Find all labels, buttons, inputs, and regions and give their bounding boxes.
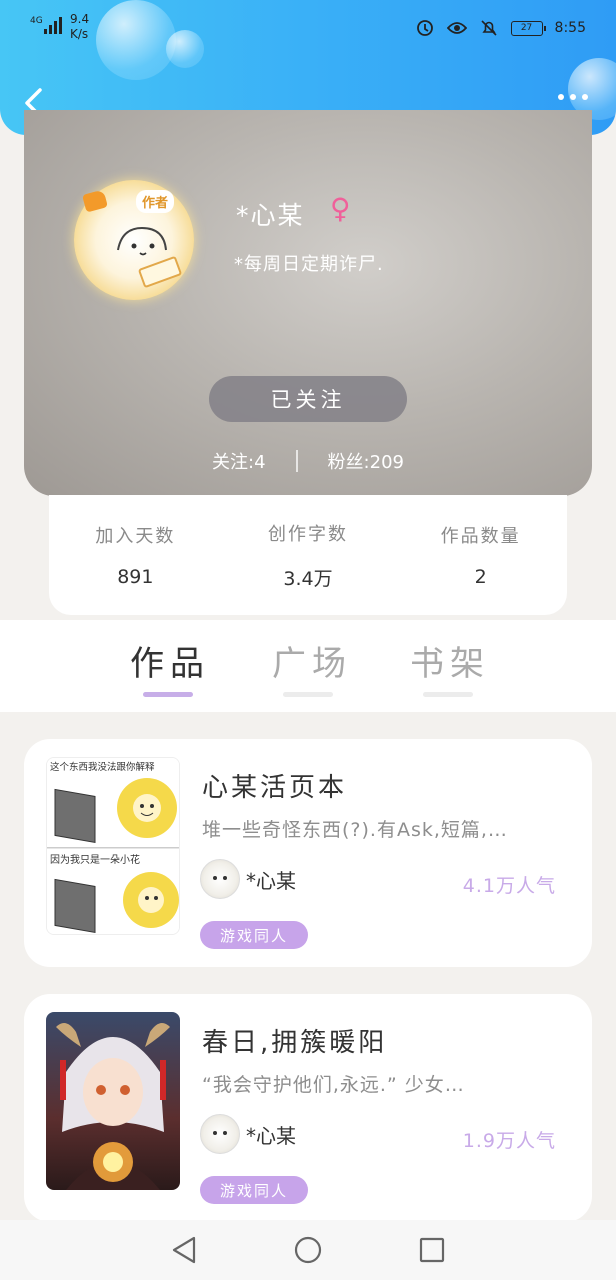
system-nav-bar [0, 1220, 616, 1280]
status-bar: 4G 9.4 K/s 27 8:55 [0, 0, 616, 58]
author-badge: 作者 [136, 190, 175, 213]
nav-back-button[interactable] [169, 1235, 199, 1265]
clock: 8:55 [554, 20, 586, 36]
female-icon: ♀ [330, 192, 351, 225]
cover-text-bottom: 因为我只是一朵小花 [50, 853, 140, 866]
hat-icon [82, 189, 108, 213]
work-title[interactable]: 心某活页本 [202, 767, 347, 804]
net-speed-unit: K/s [70, 27, 89, 41]
tab-bar: 作品 广场 书架 [0, 630, 616, 710]
work-card[interactable]: 这个东西我没法跟你解释 因为我只是一朵小花 心某活页本 堆一些奇怪东西(?).有… [24, 739, 592, 967]
follow-button[interactable]: 已关注 [209, 376, 407, 422]
work-cover: 这个东西我没法跟你解释 因为我只是一朵小花 [46, 757, 180, 935]
stat-work-count: 作品数量 2 [406, 522, 556, 588]
stat-word-count: 创作字数 3.4万 [233, 520, 383, 591]
cover-text-top: 这个东西我没法跟你解释 [50, 761, 155, 773]
work-popularity: 4.1万人气 [462, 875, 556, 897]
work-description: “我会守护他们,永远.” 少女… [202, 1074, 465, 1096]
genre-tag[interactable]: 游戏同人 [200, 921, 308, 949]
follow-stats: 关注:4 粉丝:209 [24, 448, 592, 474]
author-name: *心某 [246, 1123, 296, 1148]
stat-join-days: 加入天数 891 [60, 522, 210, 588]
stat-value: 2 [474, 566, 487, 588]
stat-label: 作品数量 [440, 526, 521, 547]
stat-label: 加入天数 [95, 526, 176, 547]
circle-home-icon [294, 1236, 322, 1264]
nav-recents-button[interactable] [417, 1235, 447, 1265]
tab-indicator-active [143, 692, 193, 697]
work-title[interactable]: 春日,拥簇暖阳 [202, 1022, 387, 1059]
work-author[interactable]: *心某 [200, 859, 296, 899]
tab-indicator [283, 692, 333, 697]
net-speed: 9.4 K/s [70, 12, 89, 42]
tab-indicator [423, 692, 473, 697]
square-recents-icon [419, 1237, 445, 1263]
divider [295, 450, 298, 472]
bell-off-icon [479, 18, 499, 38]
work-author[interactable]: *心某 [200, 1114, 296, 1154]
eye-comfort-icon [446, 18, 467, 38]
battery-level: 27 [520, 23, 533, 33]
data-saver-icon [415, 18, 435, 38]
work-description: 堆一些奇怪东西(?).有Ask,短篇,… [202, 819, 508, 841]
tab-shelf[interactable]: 书架 [390, 636, 510, 685]
fans-count[interactable]: 粉丝:209 [328, 448, 404, 474]
stat-value: 3.4万 [283, 567, 333, 590]
net-speed-value: 9.4 [70, 12, 90, 26]
avatar [200, 859, 240, 899]
more-horizontal-icon [558, 94, 564, 100]
tab-works[interactable]: 作品 [110, 636, 230, 685]
signal-icon [44, 16, 62, 34]
avatar [200, 1114, 240, 1154]
triangle-back-icon [172, 1236, 196, 1264]
status-icons: 27 8:55 [415, 18, 586, 38]
author-avatar[interactable]: 作者 [74, 180, 194, 300]
more-button[interactable] [558, 94, 588, 100]
user-name: *心某 [236, 201, 305, 230]
genre-tag[interactable]: 游戏同人 [200, 1176, 308, 1204]
profile-card: 作者 *心某 ♀ *每周日定期诈尸. 已关注 关注:4 粉丝:209 [24, 110, 592, 496]
following-count[interactable]: 关注:4 [212, 448, 266, 474]
signal-label: 4G [30, 16, 43, 26]
user-signature: *每周日定期诈尸. [234, 254, 384, 275]
flowey-meme-image: 这个东西我没法跟你解释 因为我只是一朵小花 [47, 758, 179, 934]
work-card[interactable]: 春日,拥簇暖阳 “我会守护他们,永远.” 少女… *心某 1.9万人气 游戏同人 [24, 994, 592, 1222]
work-cover [46, 1012, 180, 1190]
author-name: *心某 [246, 868, 296, 893]
stats-card: 加入天数 891 创作字数 3.4万 作品数量 2 [49, 495, 567, 615]
work-popularity: 1.9万人气 [462, 1130, 556, 1152]
nav-home-button[interactable] [293, 1235, 323, 1265]
battery-icon: 27 [510, 20, 546, 36]
anime-girl-image [56, 1023, 170, 1190]
stat-value: 891 [117, 566, 154, 588]
stat-label: 创作字数 [267, 523, 348, 545]
tab-plaza[interactable]: 广场 [252, 636, 372, 685]
